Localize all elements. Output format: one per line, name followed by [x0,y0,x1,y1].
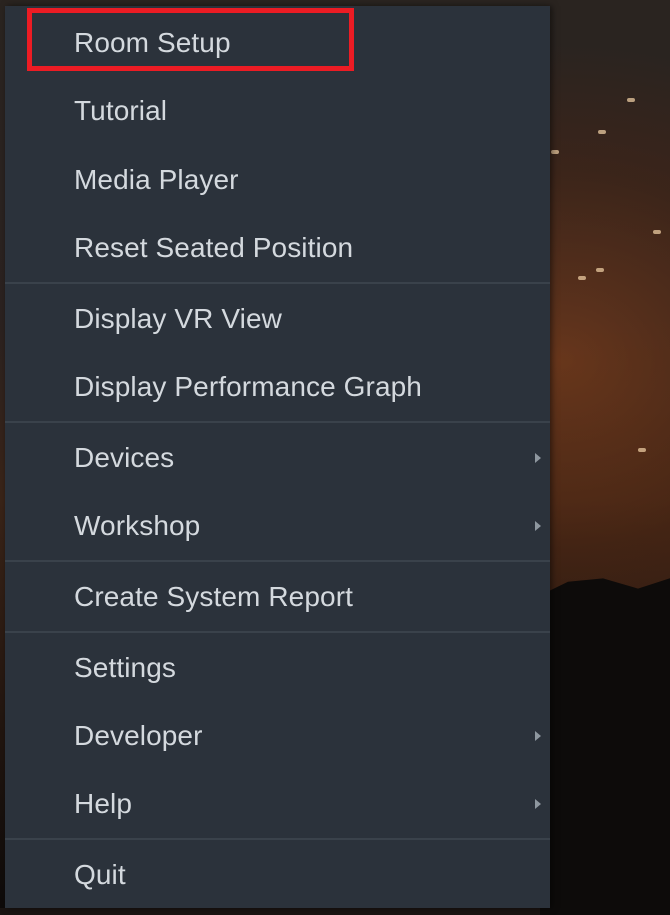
context-menu: Room Setup Tutorial Media Player Reset S… [5,6,550,908]
menu-item-reset-seated-position[interactable]: Reset Seated Position [5,214,550,282]
menu-separator [5,282,550,284]
menu-item-settings[interactable]: Settings [5,634,550,702]
menu-item-label: Help [74,788,132,819]
mountain-silhouette [540,575,670,915]
chevron-right-icon [535,731,541,741]
menu-item-label: Reset Seated Position [74,232,354,263]
menu-item-label: Devices [74,442,175,473]
menu-item-label: Quit [74,859,126,890]
menu-item-help[interactable]: Help [5,770,550,838]
star-dot [578,276,586,280]
menu-item-label: Workshop [74,510,201,541]
chevron-right-icon [535,521,541,531]
menu-separator [5,560,550,562]
menu-item-label: Create System Report [74,581,353,612]
menu-item-label: Tutorial [74,95,168,126]
menu-item-label: Display VR View [74,303,282,334]
menu-item-quit[interactable]: Quit [5,841,550,909]
menu-item-media-player[interactable]: Media Player [5,146,550,214]
menu-item-label: Media Player [74,164,239,195]
chevron-right-icon [535,453,541,463]
star-dot [627,98,635,102]
menu-separator [5,631,550,633]
star-dot [638,448,646,452]
menu-item-developer[interactable]: Developer [5,702,550,770]
menu-separator [5,421,550,423]
menu-item-room-setup[interactable]: Room Setup [5,9,550,77]
menu-item-label: Display Performance Graph [74,371,422,402]
menu-item-label: Settings [74,652,176,683]
menu-item-display-vr-view[interactable]: Display VR View [5,285,550,353]
menu-item-devices[interactable]: Devices [5,424,550,492]
menu-item-tutorial[interactable]: Tutorial [5,77,550,145]
chevron-right-icon [535,799,541,809]
star-dot [598,130,606,134]
star-dot [596,268,604,272]
star-dot [551,150,559,154]
menu-item-label: Room Setup [74,27,231,58]
star-dot [653,230,661,234]
menu-item-label: Developer [74,720,203,751]
menu-separator [5,838,550,840]
menu-item-create-system-report[interactable]: Create System Report [5,563,550,631]
menu-item-workshop[interactable]: Workshop [5,492,550,560]
menu-item-display-performance-graph[interactable]: Display Performance Graph [5,353,550,421]
